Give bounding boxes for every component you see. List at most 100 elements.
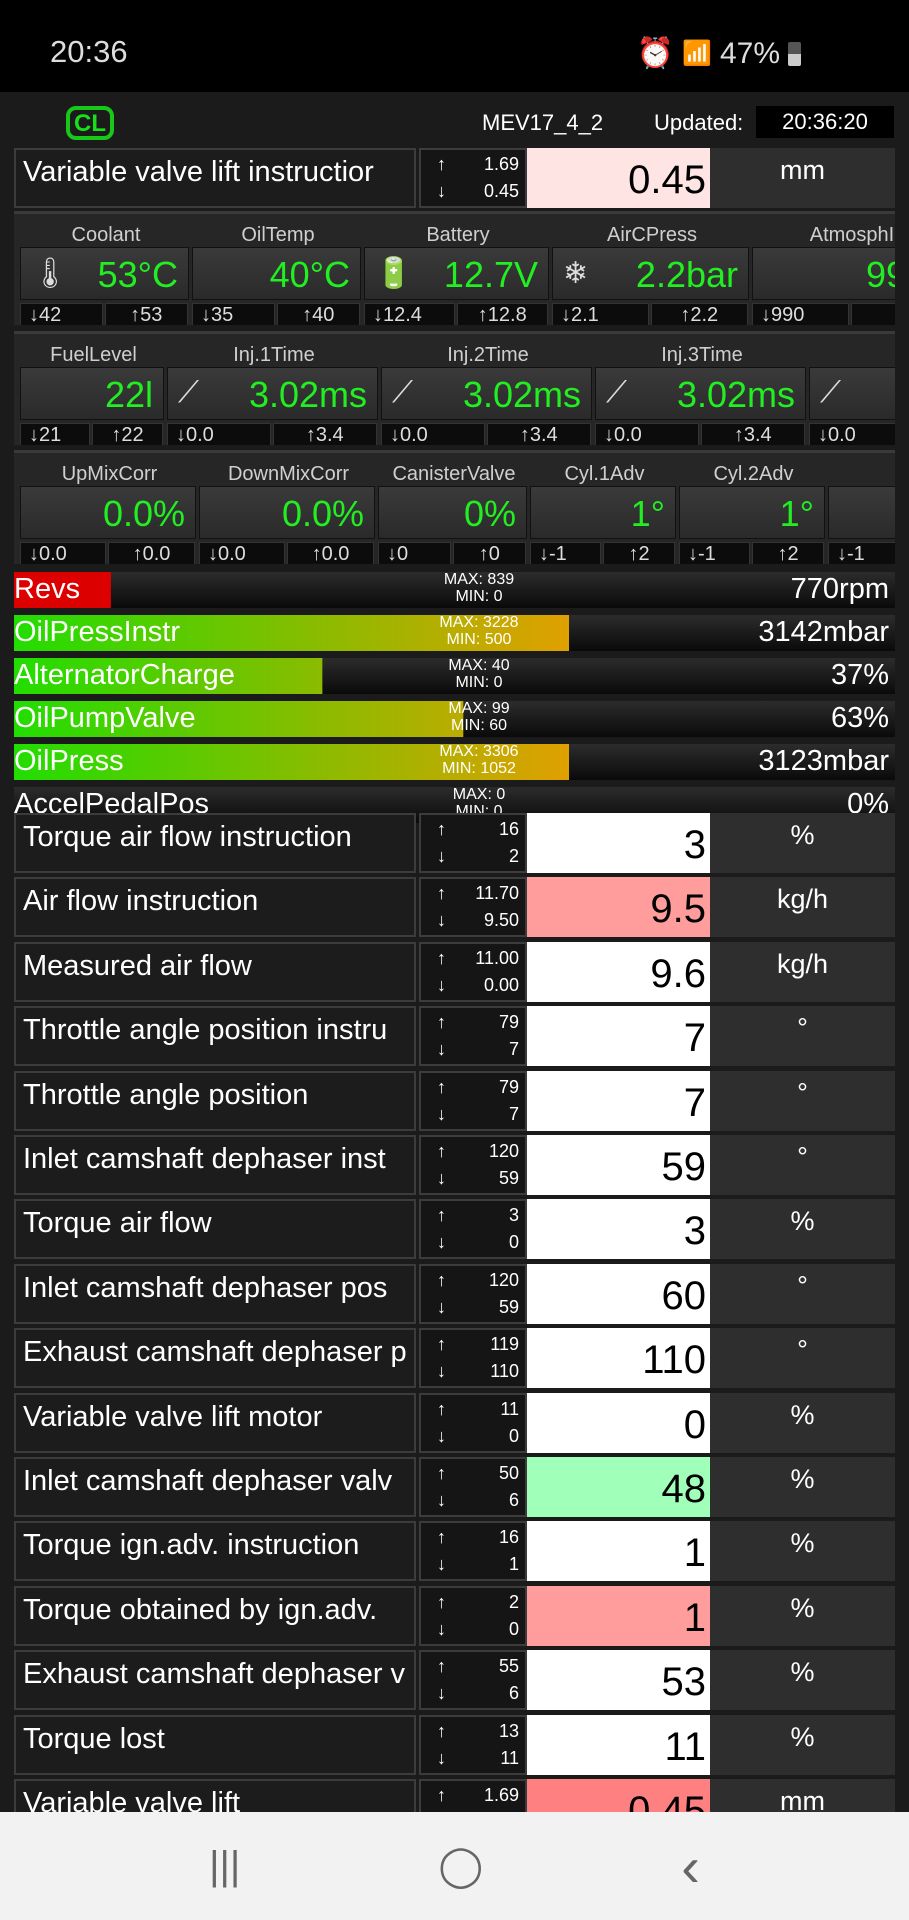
- gauge-tile[interactable]: Coolant 🌡 53°C ↓42 ↑53: [20, 214, 192, 325]
- param-unit: mm: [710, 1779, 895, 1812]
- gauge-tile[interactable]: Cyl.2Adv 1° ↓-1 ↑2: [679, 453, 828, 564]
- back-button[interactable]: ‹: [681, 1834, 700, 1899]
- gauge-tile[interactable]: AtmosphI 990r ↓990: [752, 214, 895, 325]
- gauge-value-box[interactable]: ❄ 2.2bar: [552, 247, 749, 300]
- arrow-down-icon: ↓: [437, 1296, 446, 1317]
- param-max: 1.69: [483, 1785, 519, 1805]
- gauge-value: 2.2bar: [635, 254, 738, 295]
- param-row[interactable]: Variable valve lift↑1.69↓0.45mm: [14, 1779, 895, 1812]
- param-unit: %: [710, 1521, 895, 1582]
- param-value: 48: [527, 1457, 710, 1517]
- gauge-value-box[interactable]: 40°C: [192, 247, 361, 300]
- param-max: 11.70: [475, 883, 519, 904]
- param-row[interactable]: Throttle angle position instru ↑ 79 ↓ 7 7 °: [14, 1006, 895, 1067]
- param-min: 59: [498, 1296, 519, 1317]
- gauge-max: ↑3.4: [486, 423, 591, 445]
- gauge-value-box[interactable]: ⟋ 3.02ms: [595, 367, 806, 420]
- param-label: Variable valve lift motor: [14, 1392, 416, 1453]
- gauge-value-box[interactable]: 🌡 53°C: [20, 247, 189, 300]
- bar-min: MIN: 0: [455, 674, 503, 691]
- param-row[interactable]: Inlet camshaft dephaser inst ↑ 120 ↓ 59 59 °: [14, 1135, 895, 1195]
- arrow-up-icon: ↑: [437, 1269, 446, 1290]
- param-row[interactable]: Exhaust camshaft dephaser p ↑ 119 ↓ 110 110 °: [14, 1328, 895, 1389]
- param-row[interactable]: Measured air flow ↑ 11.00 ↓ 0.00 9.6 kg/h: [14, 941, 895, 1002]
- param-minmax: ↑ 79 ↓ 7: [419, 1070, 527, 1131]
- gauge-value-box[interactable]: ⟋ 3.02ms: [381, 367, 592, 420]
- param-row[interactable]: Inlet camshaft dephaser pos ↑ 120 ↓ 59 60 °: [14, 1263, 895, 1324]
- gauge-tile[interactable]: Cyl.1Adv 1° ↓-1 ↑2: [530, 453, 679, 564]
- param-row[interactable]: Torque obtained by ign.adv. ↑ 2 ↓ 0 1%: [14, 1585, 895, 1646]
- param-max: 79: [498, 1076, 519, 1097]
- thermometer-icon: 🌡: [31, 257, 70, 290]
- param-row[interactable]: Variable valve lift instructior ↑ 1.69 ↓ 0.4…: [14, 148, 895, 208]
- gauge-value-box[interactable]: 🔋 12.7V: [364, 247, 549, 300]
- param-row[interactable]: Torque air flow ↑ 3 ↓ 0 3%: [14, 1199, 895, 1260]
- param-value: 0.45: [527, 1779, 710, 1812]
- param-row[interactable]: Throttle angle position ↑ 79 ↓ 7 7 °: [14, 1070, 895, 1131]
- gauge-value: 12.7V: [443, 254, 538, 295]
- gauge-max: ↑22: [92, 423, 163, 445]
- param-unit: °: [710, 1070, 895, 1131]
- arrow-down-icon: ↓: [437, 846, 446, 866]
- arrow-up-icon: ↑: [437, 1205, 446, 1226]
- gauge-tile[interactable]: Inj.1Time ⟋ 3.02ms ↓0.0 ↑3.4: [167, 334, 381, 445]
- gauge-tile[interactable]: OilTemp 40°C ↓35 ↑40: [192, 214, 364, 325]
- home-button[interactable]: ◯: [438, 1843, 483, 1889]
- recents-button[interactable]: |||: [209, 1844, 240, 1889]
- param-row[interactable]: Exhaust camshaft dephaser v ↑ 55 ↓ 6 53%: [14, 1650, 895, 1711]
- arrow-down-icon: ↓: [437, 1361, 446, 1382]
- gauge-max: ↑53: [104, 303, 188, 325]
- param-row[interactable]: Air flow instruction ↑ 11.70 ↓ 9.50 9.5 kg/h: [14, 877, 895, 938]
- gauge-value-box[interactable]: ⟋3: [809, 367, 895, 420]
- gauge-tile[interactable]: FuelLevel 22l ↓21 ↑22: [20, 334, 167, 445]
- gauge-max: ↑2: [603, 542, 675, 564]
- gauge-value-box[interactable]: ⟋ 3.02ms: [167, 367, 378, 420]
- gauge-value-box[interactable]: 0%: [378, 486, 527, 539]
- param-label: Torque ign.adv. instruction: [14, 1521, 416, 1582]
- gauge-value-box[interactable]: 990r: [752, 247, 895, 300]
- param-row[interactable]: Torque air flow instruction ↑ 16 ↓ 2 3%: [14, 813, 895, 873]
- snowflake-icon: ❄: [563, 257, 589, 290]
- battery-icon: [788, 41, 801, 66]
- gauge-tile[interactable]: CanisterValve 0% ↓0 ↑0: [378, 453, 530, 564]
- param-minmax: ↑ 16 ↓ 1: [419, 1521, 527, 1582]
- gauge-tile[interactable]: Inj.3Time ⟋ 3.02ms ↓0.0 ↑3.4: [595, 334, 809, 445]
- param-row[interactable]: Variable valve lift motor ↑ 11 ↓ 0 0%: [14, 1392, 895, 1453]
- gauge-tile[interactable]: Inj.2Time ⟋ 3.02ms ↓0.0 ↑3.4: [381, 334, 595, 445]
- param-row[interactable]: Torque ign.adv. instruction ↑ 16 ↓ 1 1%: [14, 1521, 895, 1582]
- arrow-up-icon: ↑: [437, 883, 446, 904]
- gauge-value-box[interactable]: 0.0%: [20, 486, 196, 539]
- gauge-min: ↓0.0: [809, 423, 895, 445]
- arrow-down-icon: ↓: [437, 910, 446, 931]
- bar-max: MAX: 99: [448, 700, 510, 717]
- gauge-value-box[interactable]: 1°: [679, 486, 825, 539]
- gauge-tile[interactable]: UpMixCorr 0.0% ↓0.0 ↑0.0: [20, 453, 199, 564]
- gauge-tile[interactable]: Inj⟋3 ↓0.0: [809, 334, 895, 445]
- updated-time: 20:36:20: [756, 106, 894, 138]
- closed-loop-badge: CL: [66, 106, 114, 140]
- wifi-icon: 📶: [682, 40, 712, 67]
- gauge-tile[interactable]: Cyl.3 ↓-1: [828, 453, 895, 564]
- gauge-name: AirCPress: [606, 224, 697, 246]
- gauge-max: ↑12.8: [456, 303, 548, 325]
- param-minmax: ↑ 1.69 ↓ 0.45: [419, 148, 527, 208]
- arrow-down-icon: ↓: [437, 1683, 446, 1704]
- gauge-value-box[interactable]: 0.0%: [199, 486, 375, 539]
- param-value: 9.6: [527, 941, 710, 1002]
- param-row[interactable]: Inlet camshaft dephaser valv ↑ 50 ↓ 6 48%: [14, 1457, 895, 1517]
- gauge-name: Inj: [809, 344, 895, 367]
- param-row[interactable]: Torque lost ↑ 13 ↓ 11 11%: [14, 1714, 895, 1775]
- gauge-value-box[interactable]: [828, 486, 895, 539]
- bar-gauge: OilPressInstr MAX: 3228 MIN: 500 3142mbar: [14, 614, 895, 651]
- battery-percent: 47%: [719, 36, 780, 70]
- gauge-tile[interactable]: Battery 🔋 12.7V ↓12.4 ↑12.8: [364, 214, 552, 325]
- arrow-down-icon: ↓: [437, 1554, 446, 1575]
- gauge-value-box[interactable]: 1°: [530, 486, 676, 539]
- gauge-min: ↓21: [20, 423, 90, 445]
- gauge-name: OilTemp: [241, 224, 315, 246]
- gauge-min: ↓0: [378, 542, 451, 564]
- gauge-tile[interactable]: DownMixCorr 0.0% ↓0.0 ↑0.0: [199, 453, 378, 564]
- param-value: 11: [527, 1714, 710, 1775]
- gauge-value-box[interactable]: 22l: [20, 367, 164, 420]
- gauge-tile[interactable]: AirCPress ❄ 2.2bar ↓2.1 ↑2.2: [552, 214, 752, 325]
